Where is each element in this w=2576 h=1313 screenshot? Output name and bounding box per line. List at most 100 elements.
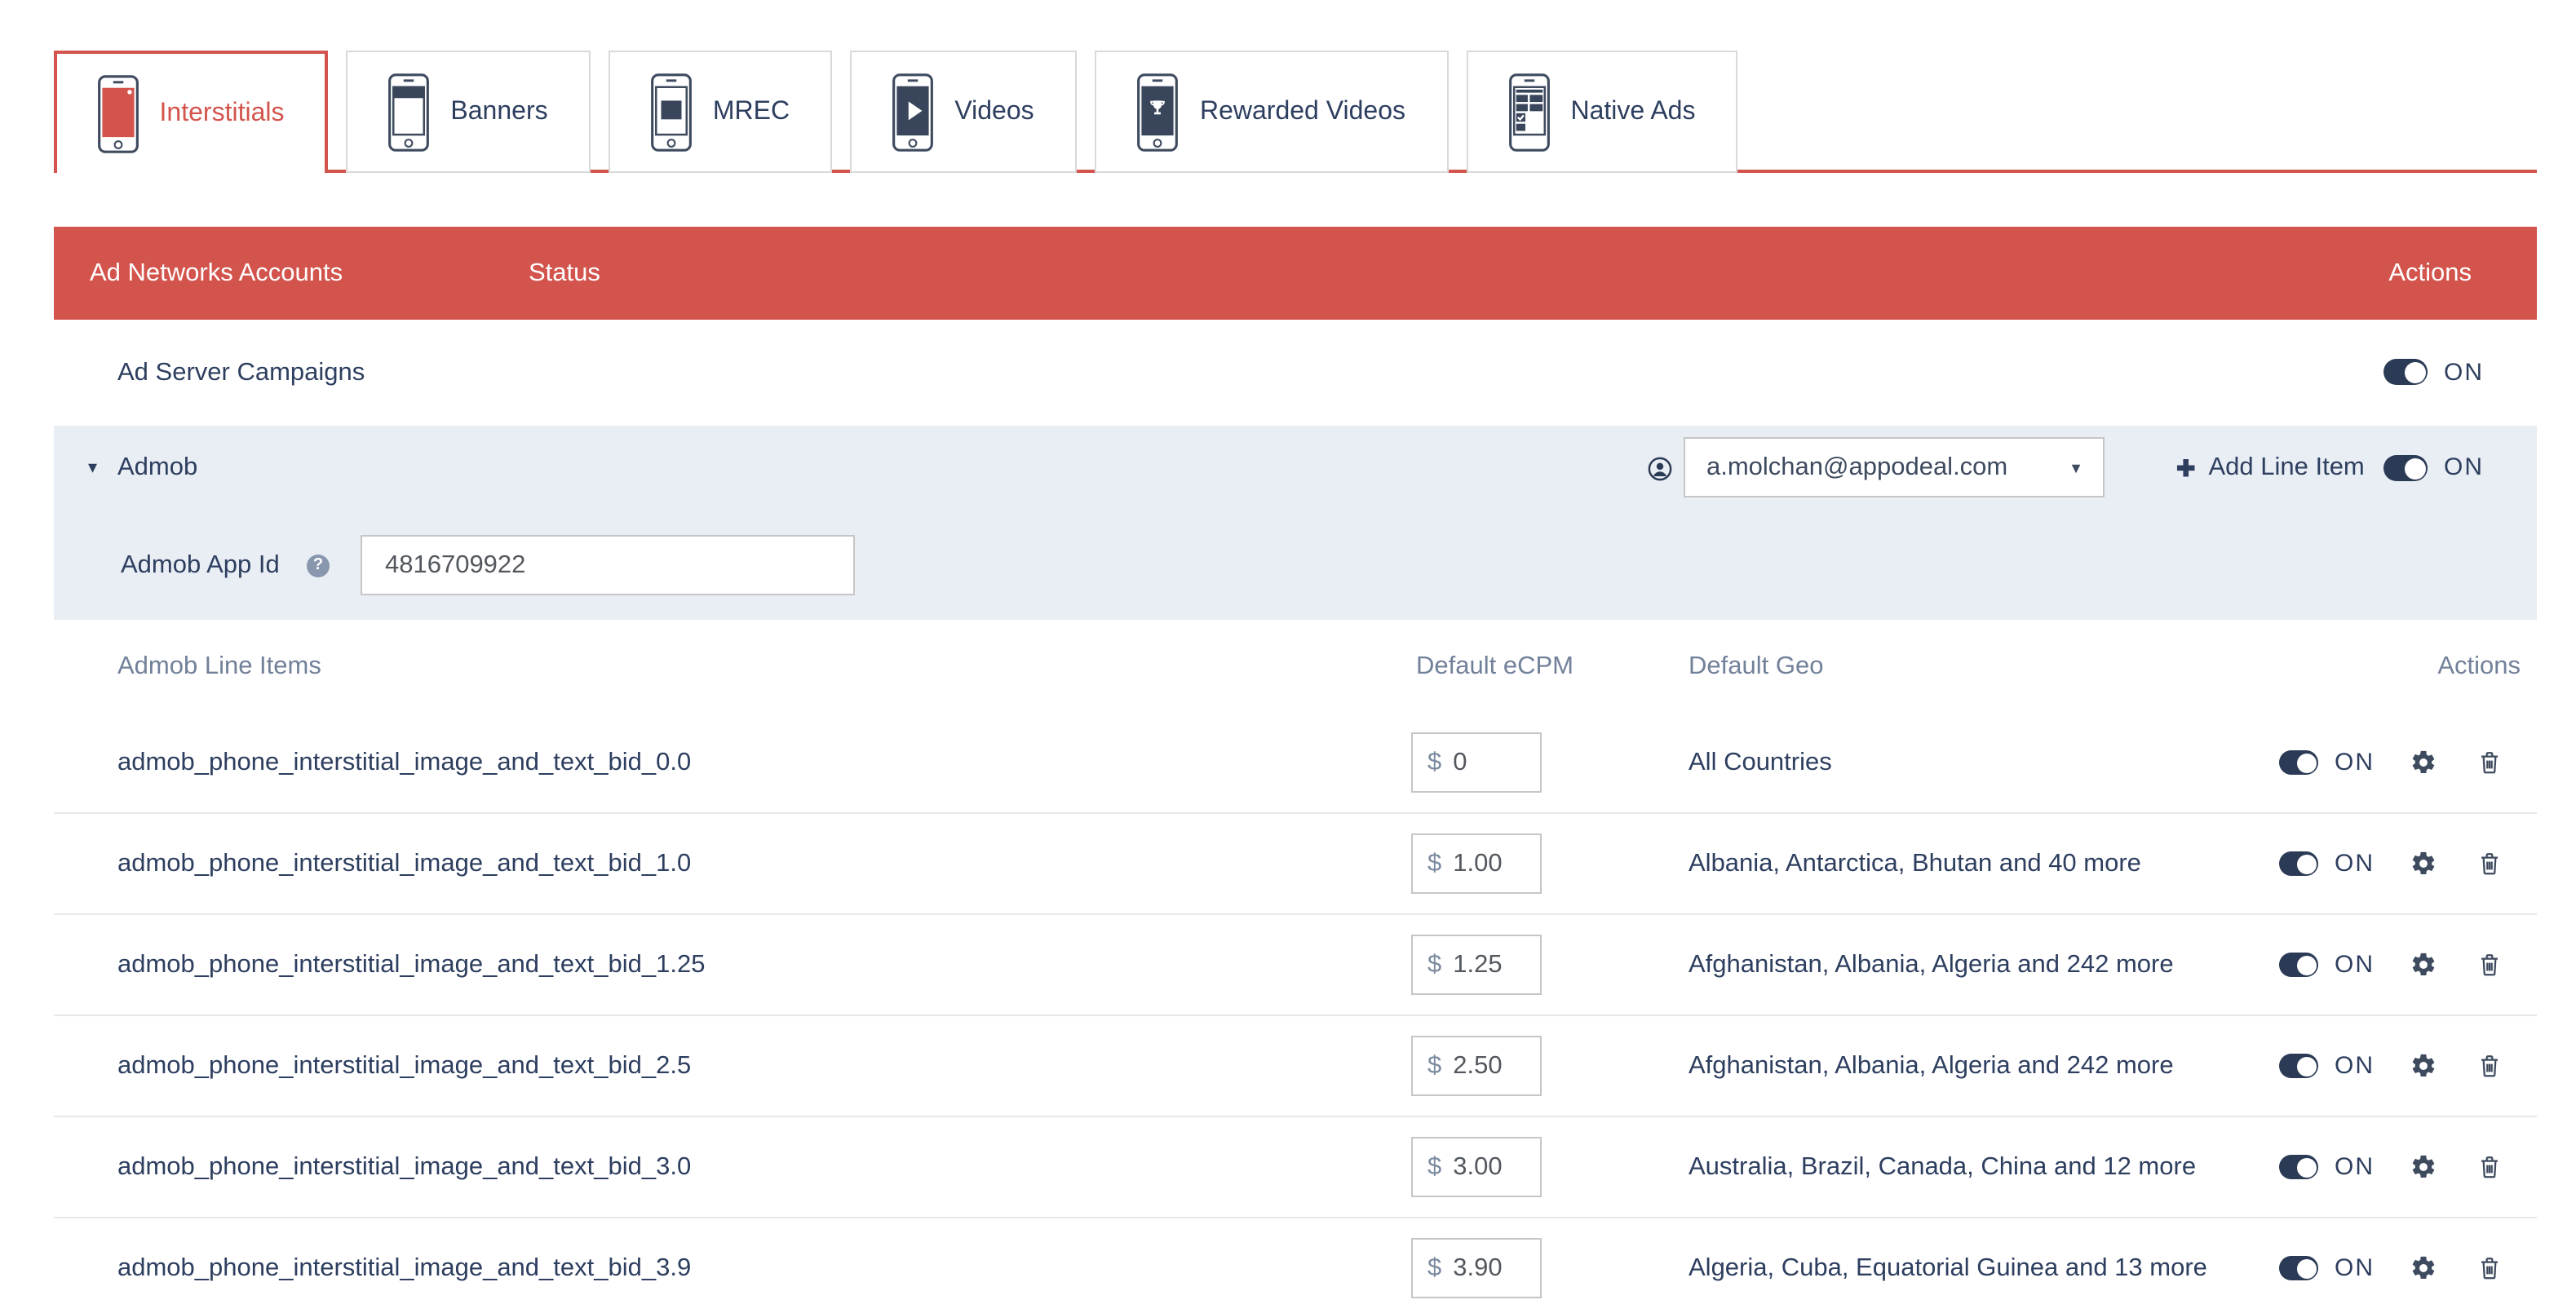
chevron-down-icon[interactable]: ▾ <box>88 426 97 511</box>
tab-label: MREC <box>713 97 790 126</box>
accounts-column-header: Ad Networks Accounts <box>90 227 343 320</box>
line-items-header-row: Admob Line Items Default eCPM Default Ge… <box>54 620 2537 714</box>
interstitial-phone-icon <box>98 73 139 154</box>
ecpm-column-header: Default eCPM <box>1416 620 1573 713</box>
admob-toggle[interactable] <box>2383 455 2428 481</box>
ecpm-value: 2.50 <box>1453 1051 1502 1081</box>
tab-label: Rewarded Videos <box>1200 97 1405 126</box>
geo-value[interactable]: Albania, Antarctica, Bhutan and 40 more <box>1689 814 2141 913</box>
tab-banners[interactable]: Banners <box>346 51 591 173</box>
line-item-toggle-state: ON <box>2335 1218 2375 1313</box>
line-item-toggle[interactable] <box>2279 1155 2318 1179</box>
line-item-row: admob_phone_interstitial_image_and_text_… <box>54 1016 2537 1117</box>
ad-server-campaigns-toggle[interactable] <box>2383 359 2428 385</box>
gear-icon[interactable] <box>2410 850 2437 878</box>
line-item-name: admob_phone_interstitial_image_and_text_… <box>117 814 691 913</box>
trash-icon[interactable] <box>2476 1052 2503 1080</box>
trash-icon[interactable] <box>2476 951 2503 979</box>
tab-mrec[interactable]: MREC <box>609 51 832 173</box>
line-item-toggle[interactable] <box>2279 1054 2318 1078</box>
add-line-item-label: Add Line Item <box>2208 453 2364 483</box>
trash-icon[interactable] <box>2476 1153 2503 1181</box>
ecpm-input[interactable]: $ 3.90 <box>1411 1238 1542 1298</box>
ecpm-input[interactable]: $ 2.50 <box>1411 1036 1542 1096</box>
ecpm-input[interactable]: $ 3.00 <box>1411 1137 1542 1197</box>
geo-value[interactable]: Australia, Brazil, Canada, China and 12 … <box>1689 1117 2196 1217</box>
tab-rewarded-videos[interactable]: Rewarded Videos <box>1095 51 1449 173</box>
line-item-name: admob_phone_interstitial_image_and_text_… <box>117 915 705 1015</box>
currency-symbol: $ <box>1427 748 1441 777</box>
video-phone-icon <box>892 71 933 153</box>
gear-icon[interactable] <box>2410 1254 2437 1282</box>
tab-label: Interstitials <box>160 99 285 128</box>
help-icon[interactable]: ? <box>307 555 330 577</box>
banner-phone-icon <box>388 71 429 153</box>
trash-icon[interactable] <box>2476 850 2503 878</box>
line-item-name: admob_phone_interstitial_image_and_text_… <box>117 1016 691 1116</box>
tab-label: Banners <box>450 97 547 126</box>
tab-label: Videos <box>954 97 1033 126</box>
currency-symbol: $ <box>1427 1253 1441 1283</box>
ad-server-campaigns-row: Ad Server Campaigns ON <box>54 320 2537 426</box>
trash-icon[interactable] <box>2476 1254 2503 1282</box>
ecpm-value: 3.90 <box>1453 1253 1502 1283</box>
geo-value[interactable]: Afghanistan, Albania, Algeria and 242 mo… <box>1689 915 2174 1015</box>
ecpm-input[interactable]: $ 0 <box>1411 732 1542 793</box>
line-item-row: admob_phone_interstitial_image_and_text_… <box>54 814 2537 915</box>
line-items-column-header: Admob Line Items <box>117 620 321 713</box>
currency-symbol: $ <box>1427 1051 1441 1081</box>
gear-icon[interactable] <box>2410 951 2437 979</box>
ecpm-value: 0 <box>1453 748 1467 777</box>
gear-icon[interactable] <box>2410 749 2437 776</box>
ad-server-campaigns-label: Ad Server Campaigns <box>117 320 365 426</box>
geo-column-header: Default Geo <box>1689 620 1823 713</box>
line-items-table: admob_phone_interstitial_image_and_text_… <box>54 713 2537 1313</box>
currency-symbol: $ <box>1427 849 1441 878</box>
add-line-item-button[interactable]: ✚ Add Line Item <box>2176 426 2365 511</box>
geo-value[interactable]: All Countries <box>1689 713 1832 812</box>
admob-app-id-value: 4816709922 <box>385 551 525 579</box>
line-item-toggle[interactable] <box>2279 953 2318 977</box>
line-item-row: admob_phone_interstitial_image_and_text_… <box>54 1117 2537 1218</box>
admob-section: ▾ Admob a.molchan@appodeal.com ▼ ✚ Add L… <box>54 426 2537 620</box>
networks-header-bar: Ad Networks Accounts Status Actions <box>54 227 2537 320</box>
currency-symbol: $ <box>1427 1152 1441 1182</box>
ecpm-input[interactable]: $ 1.25 <box>1411 935 1542 995</box>
line-item-name: admob_phone_interstitial_image_and_text_… <box>117 1218 691 1313</box>
actions-column-header: Actions <box>2388 227 2472 320</box>
line-item-name: admob_phone_interstitial_image_and_text_… <box>117 1117 691 1217</box>
ad-server-campaigns-toggle-state: ON <box>2444 320 2484 426</box>
status-column-header: Status <box>529 227 600 320</box>
line-item-row: admob_phone_interstitial_image_and_text_… <box>54 915 2537 1016</box>
trash-icon[interactable] <box>2476 749 2503 776</box>
line-item-row: admob_phone_interstitial_image_and_text_… <box>54 1218 2537 1313</box>
admob-app-id-input[interactable]: 4816709922 <box>361 535 855 595</box>
account-person-icon <box>1648 457 1672 481</box>
line-item-toggle[interactable] <box>2279 851 2318 876</box>
line-item-toggle[interactable] <box>2279 750 2318 775</box>
geo-value[interactable]: Afghanistan, Albania, Algeria and 242 mo… <box>1689 1016 2174 1116</box>
tab-label: Native Ads <box>1571 97 1696 126</box>
ecpm-value: 3.00 <box>1453 1152 1502 1182</box>
line-item-toggle[interactable] <box>2279 1256 2318 1280</box>
gear-icon[interactable] <box>2410 1052 2437 1080</box>
ecpm-value: 1.00 <box>1453 849 1502 878</box>
geo-value[interactable]: Algeria, Cuba, Equatorial Guinea and 13 … <box>1689 1218 2207 1313</box>
tab-native-ads[interactable]: Native Ads <box>1467 51 1737 173</box>
mrec-phone-icon <box>651 71 692 153</box>
account-email: a.molchan@appodeal.com <box>1706 453 2007 482</box>
line-item-toggle-state: ON <box>2335 713 2375 812</box>
actions-column-header: Actions <box>2437 620 2521 713</box>
tab-videos[interactable]: Videos <box>850 51 1077 173</box>
currency-symbol: $ <box>1427 950 1441 979</box>
account-select[interactable]: a.molchan@appodeal.com ▼ <box>1684 437 2105 497</box>
line-item-toggle-state: ON <box>2335 1117 2375 1217</box>
line-item-row: admob_phone_interstitial_image_and_text_… <box>54 713 2537 814</box>
tab-interstitials[interactable]: Interstitials <box>54 51 328 173</box>
gear-icon[interactable] <box>2410 1153 2437 1181</box>
rewarded-video-phone-icon <box>1138 71 1179 153</box>
line-item-toggle-state: ON <box>2335 915 2375 1015</box>
ecpm-input[interactable]: $ 1.00 <box>1411 833 1542 894</box>
admob-toggle-state: ON <box>2444 426 2484 511</box>
native-ad-phone-icon <box>1509 71 1550 153</box>
